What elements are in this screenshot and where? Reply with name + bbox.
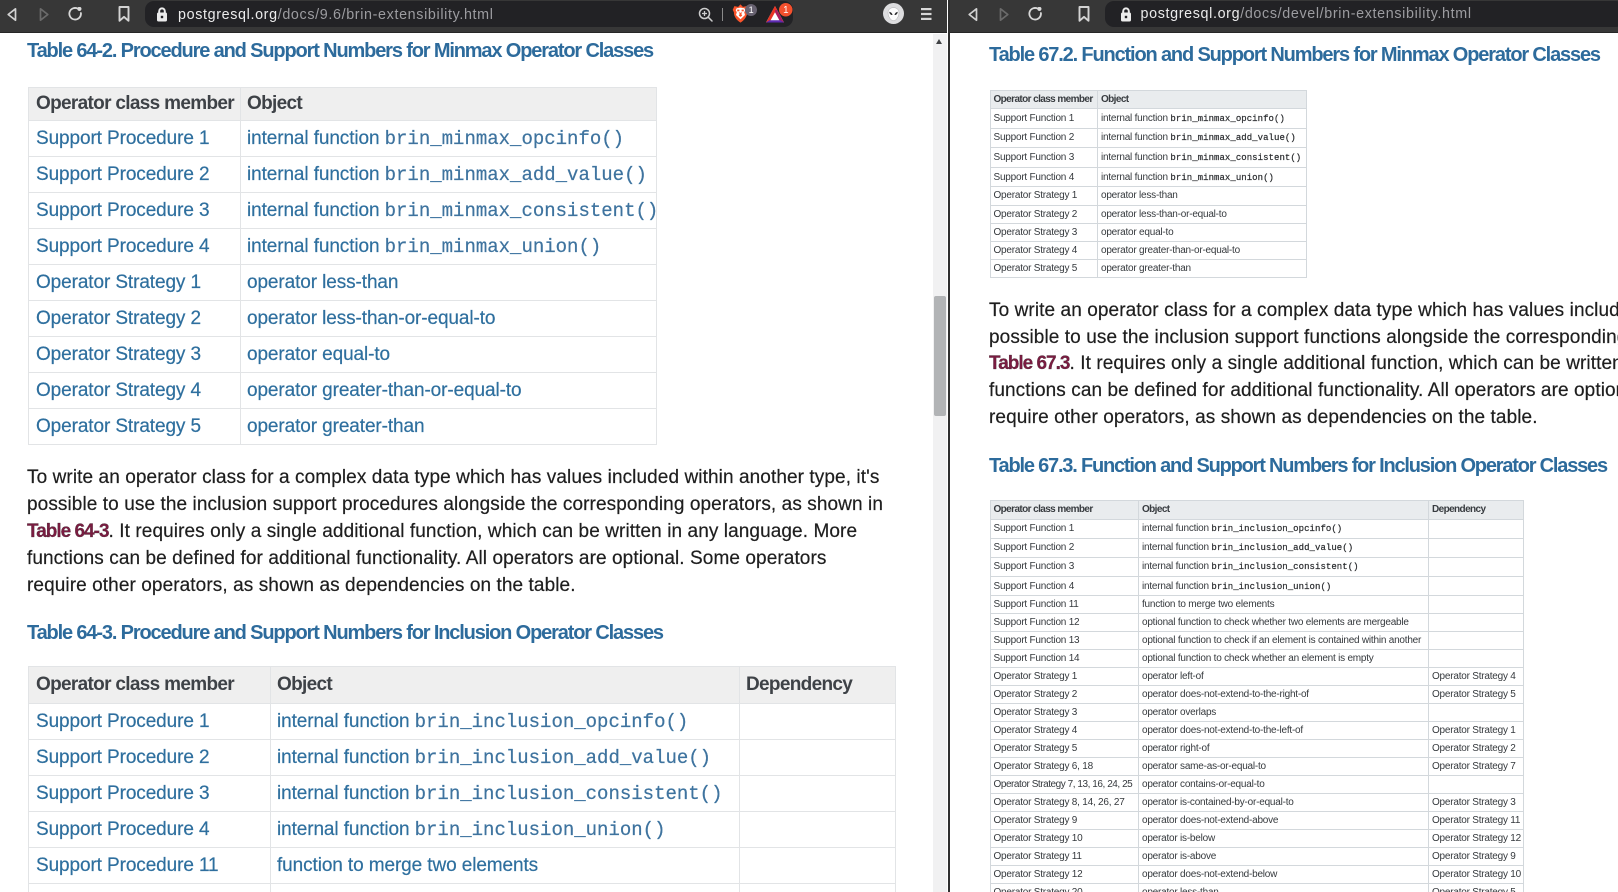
svg-text:1: 1 xyxy=(783,5,788,16)
svg-text:1: 1 xyxy=(749,5,754,15)
